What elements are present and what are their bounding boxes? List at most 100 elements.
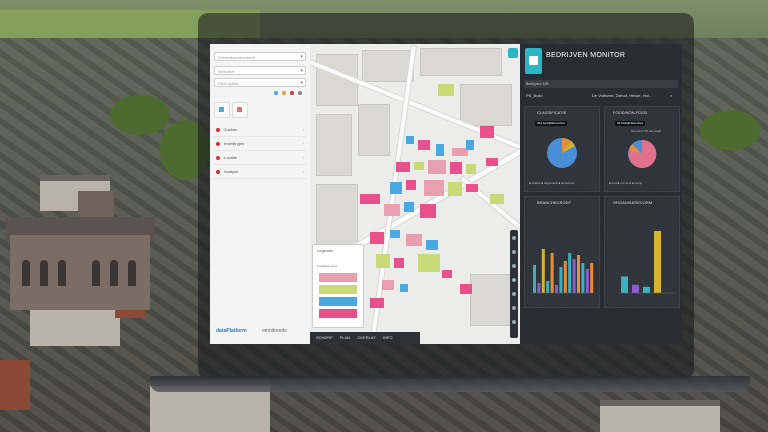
map-block xyxy=(316,114,352,176)
omnitrends-logo: omnitrends xyxy=(262,328,287,334)
bar[interactable] xyxy=(555,285,558,293)
business-building[interactable] xyxy=(426,240,438,250)
toolbar-icons xyxy=(214,90,306,98)
draw-icon[interactable] xyxy=(512,292,516,296)
measure-icon[interactable] xyxy=(512,278,516,282)
zoom-in-icon[interactable] xyxy=(512,236,516,240)
filter-area[interactable]: De Vollezee, Zuthof, Hesse, Hol... xyxy=(592,93,652,98)
gear-icon xyxy=(216,142,220,146)
business-building[interactable] xyxy=(466,140,474,150)
bottom-tab[interactable]: INFO xyxy=(383,335,393,340)
business-building[interactable] xyxy=(490,194,504,204)
business-building[interactable] xyxy=(448,182,462,196)
bottom-tab[interactable]: OVERLAY xyxy=(357,335,376,340)
bar[interactable] xyxy=(581,263,585,293)
print-icon[interactable] xyxy=(512,306,516,310)
layers-button[interactable] xyxy=(508,48,518,58)
legend-subtitle: Food/Non-food xyxy=(317,264,338,268)
locate-icon[interactable] xyxy=(512,264,516,268)
business-building[interactable] xyxy=(360,194,380,204)
card-zones[interactable] xyxy=(232,102,248,118)
business-building[interactable] xyxy=(436,144,444,156)
bar[interactable] xyxy=(632,284,639,293)
bar[interactable] xyxy=(537,283,541,293)
business-building[interactable] xyxy=(406,180,416,190)
business-building[interactable] xyxy=(370,232,384,244)
business-building[interactable] xyxy=(400,284,408,292)
menu-label: Zoeken xyxy=(224,127,238,132)
bottom-tab[interactable]: SCHERP xyxy=(316,335,333,340)
legend-swatch xyxy=(319,309,357,318)
bar[interactable] xyxy=(577,255,580,293)
zoom-out-icon[interactable] xyxy=(512,250,516,254)
filter-select-value: Selecteer xyxy=(218,69,235,74)
menu-item-instellingen[interactable]: Instellingen › xyxy=(214,138,306,151)
bar[interactable] xyxy=(559,267,563,293)
menu-item-locatie[interactable]: Locatie › xyxy=(214,152,306,165)
food-panel: FOOD/NON-FOOD 30 bedrijfsbranches Non-fo… xyxy=(604,106,680,192)
map-bottom-bar: SCHERP PLAN OVERLAY INFO xyxy=(310,332,420,344)
business-building[interactable] xyxy=(406,234,422,246)
business-building[interactable] xyxy=(406,136,414,144)
map-block xyxy=(316,184,358,246)
bar[interactable] xyxy=(550,253,554,293)
business-building[interactable] xyxy=(466,164,476,174)
business-building[interactable] xyxy=(442,270,452,278)
bar[interactable] xyxy=(590,263,594,293)
fullscreen-icon[interactable] xyxy=(512,320,516,324)
partner-logos: dataPlatform omnitrends xyxy=(216,326,308,338)
layer-icon[interactable] xyxy=(274,91,278,95)
map-view[interactable]: Legenda Food/Non-food xyxy=(310,44,520,344)
chevron-down-icon: ▾ xyxy=(300,54,303,60)
business-building[interactable] xyxy=(450,162,462,174)
close-icon[interactable]: × xyxy=(670,93,672,98)
bottom-tab[interactable]: PLAN xyxy=(340,335,350,340)
building-icon xyxy=(525,48,542,74)
business-building[interactable] xyxy=(394,258,404,268)
building xyxy=(0,360,30,410)
menu-item-zoeken[interactable]: Zoeken › xyxy=(214,124,306,137)
bar[interactable] xyxy=(621,276,628,293)
business-building[interactable] xyxy=(404,202,414,212)
card-buildings[interactable] xyxy=(214,102,230,118)
business-building[interactable] xyxy=(418,140,430,150)
filter-select[interactable]: Selecteer ▾ xyxy=(214,66,306,75)
laptop-base xyxy=(150,376,750,392)
business-building[interactable] xyxy=(420,204,436,218)
options-select[interactable]: Filter opties ▾ xyxy=(214,78,306,87)
business-building[interactable] xyxy=(390,182,402,194)
bar[interactable] xyxy=(585,269,589,293)
bar[interactable] xyxy=(568,253,572,293)
bar[interactable] xyxy=(563,261,567,293)
bar[interactable] xyxy=(533,265,536,293)
business-building[interactable] xyxy=(480,126,494,138)
business-building[interactable] xyxy=(414,162,424,170)
menu-item-analyse[interactable]: Analyse › xyxy=(214,166,306,179)
building xyxy=(600,400,720,432)
business-building[interactable] xyxy=(382,280,394,290)
menu-label: Instellingen xyxy=(224,141,245,146)
bar[interactable] xyxy=(541,249,545,293)
business-building[interactable] xyxy=(428,160,446,174)
business-building[interactable] xyxy=(390,230,400,238)
settings-icon[interactable] xyxy=(298,91,302,95)
business-building[interactable] xyxy=(486,158,498,166)
business-building[interactable] xyxy=(438,84,454,96)
business-building[interactable] xyxy=(384,204,400,216)
marker-icon[interactable] xyxy=(282,91,286,95)
branchegroep-panel: BRANCHEGROEP xyxy=(524,196,600,308)
bar[interactable] xyxy=(643,286,650,293)
business-building[interactable] xyxy=(418,254,440,272)
bar[interactable] xyxy=(546,281,550,293)
business-building[interactable] xyxy=(466,184,478,192)
bar[interactable] xyxy=(572,259,576,293)
business-building[interactable] xyxy=(370,298,384,308)
area-select[interactable]: Gebiedsonderscheid ▾ xyxy=(214,52,306,61)
business-building[interactable] xyxy=(424,180,444,196)
business-building[interactable] xyxy=(396,162,410,172)
business-building[interactable] xyxy=(460,284,472,294)
business-building[interactable] xyxy=(376,254,390,268)
bar[interactable] xyxy=(654,231,661,293)
pin-icon[interactable] xyxy=(290,91,294,95)
area-select-value: Gebiedsonderscheid xyxy=(218,55,255,60)
